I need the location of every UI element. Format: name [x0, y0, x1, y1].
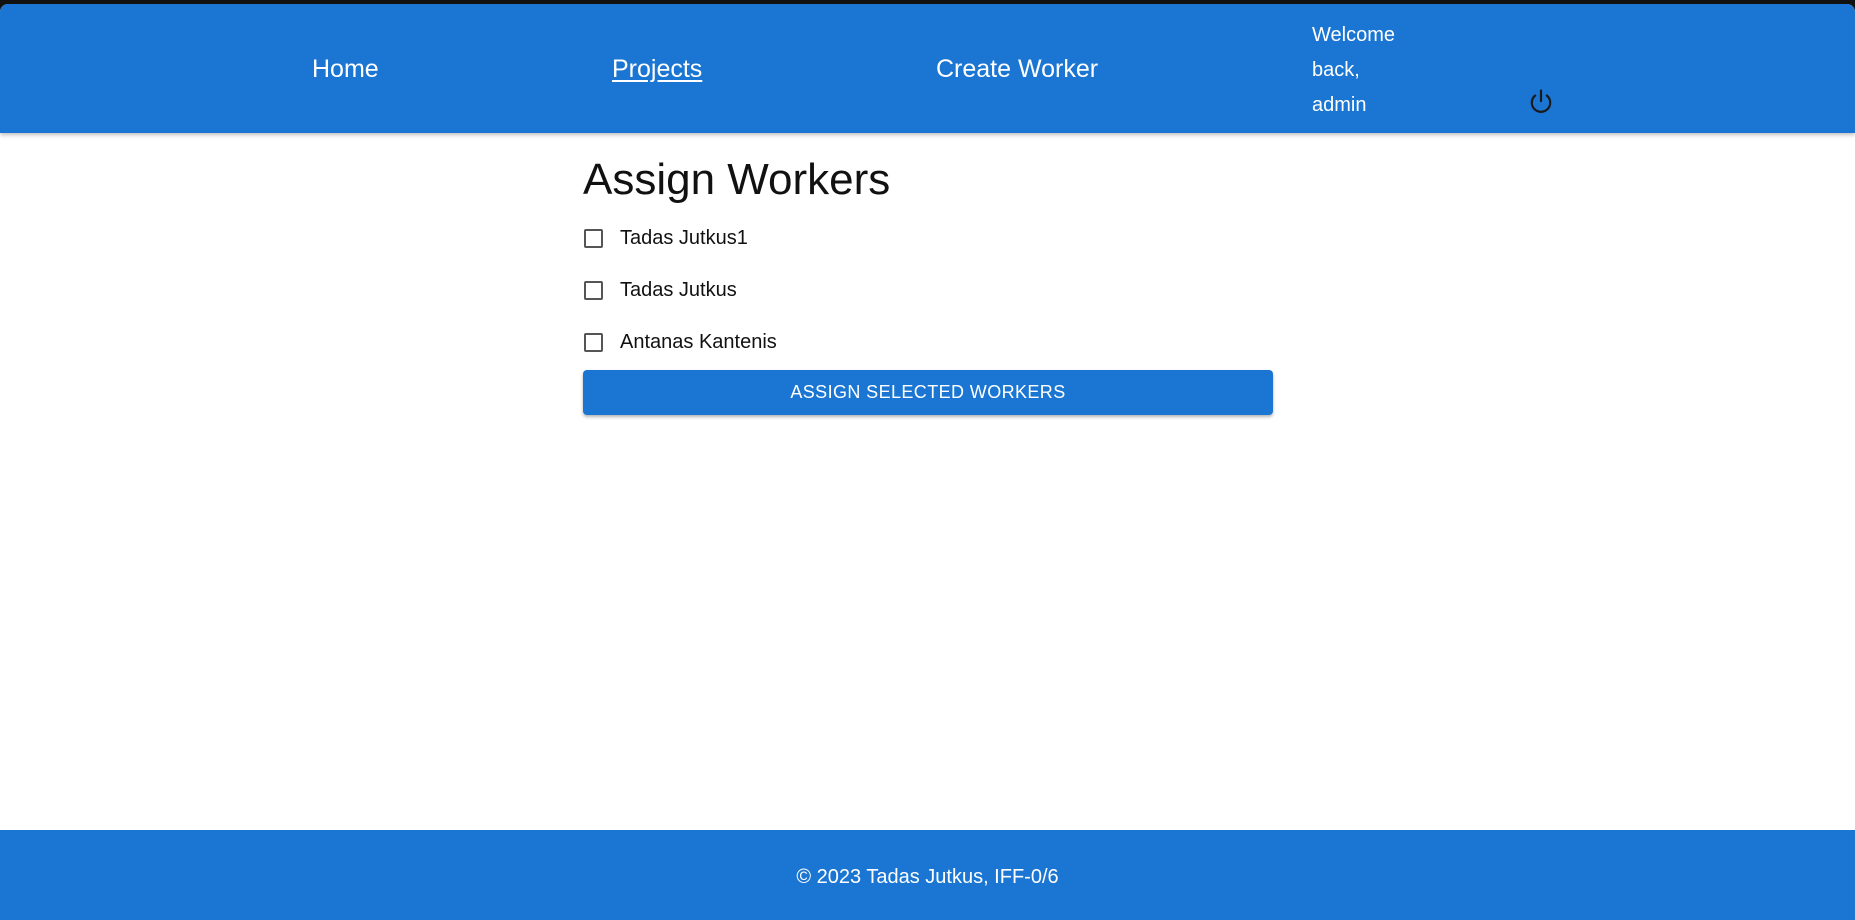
assign-workers-panel: Assign Workers Tadas Jutkus1 Tadas Jutku… [583, 154, 1273, 415]
power-icon[interactable] [1525, 86, 1557, 118]
footer-copyright: © 2023 Tadas Jutkus, IFF-0/6 [796, 866, 1059, 888]
worker-name: Antanas Kantenis [620, 330, 777, 353]
worker-checkbox[interactable] [584, 228, 603, 248]
welcome-line-3: admin [1312, 94, 1367, 116]
assign-selected-workers-button[interactable]: ASSIGN SELECTED WORKERS [583, 370, 1273, 415]
welcome-line-2: back, [1312, 59, 1360, 81]
page-title: Assign Workers [583, 155, 891, 204]
worker-list: Tadas Jutkus1 Tadas Jutkus Antanas Kante… [583, 212, 1273, 368]
app-window: Home Projects Create Worker Welcome back… [0, 4, 1855, 920]
nav-link-projects[interactable]: Projects [612, 54, 702, 84]
worker-name: Tadas Jutkus1 [620, 226, 748, 249]
worker-checkbox[interactable] [584, 280, 603, 300]
top-navbar: Home Projects Create Worker Welcome back… [0, 4, 1855, 133]
welcome-message: Welcome back, admin [1312, 18, 1412, 123]
worker-checkbox[interactable] [584, 332, 603, 352]
worker-item[interactable]: Tadas Jutkus [583, 264, 1273, 316]
worker-item[interactable]: Antanas Kantenis [583, 316, 1273, 368]
nav-link-home[interactable]: Home [312, 54, 379, 84]
nav-link-create-worker[interactable]: Create Worker [936, 54, 1098, 84]
worker-name: Tadas Jutkus [620, 278, 737, 301]
welcome-line-1: Welcome [1312, 24, 1395, 46]
worker-item[interactable]: Tadas Jutkus1 [583, 212, 1273, 264]
page-footer: © 2023 Tadas Jutkus, IFF-0/6 [0, 830, 1855, 920]
